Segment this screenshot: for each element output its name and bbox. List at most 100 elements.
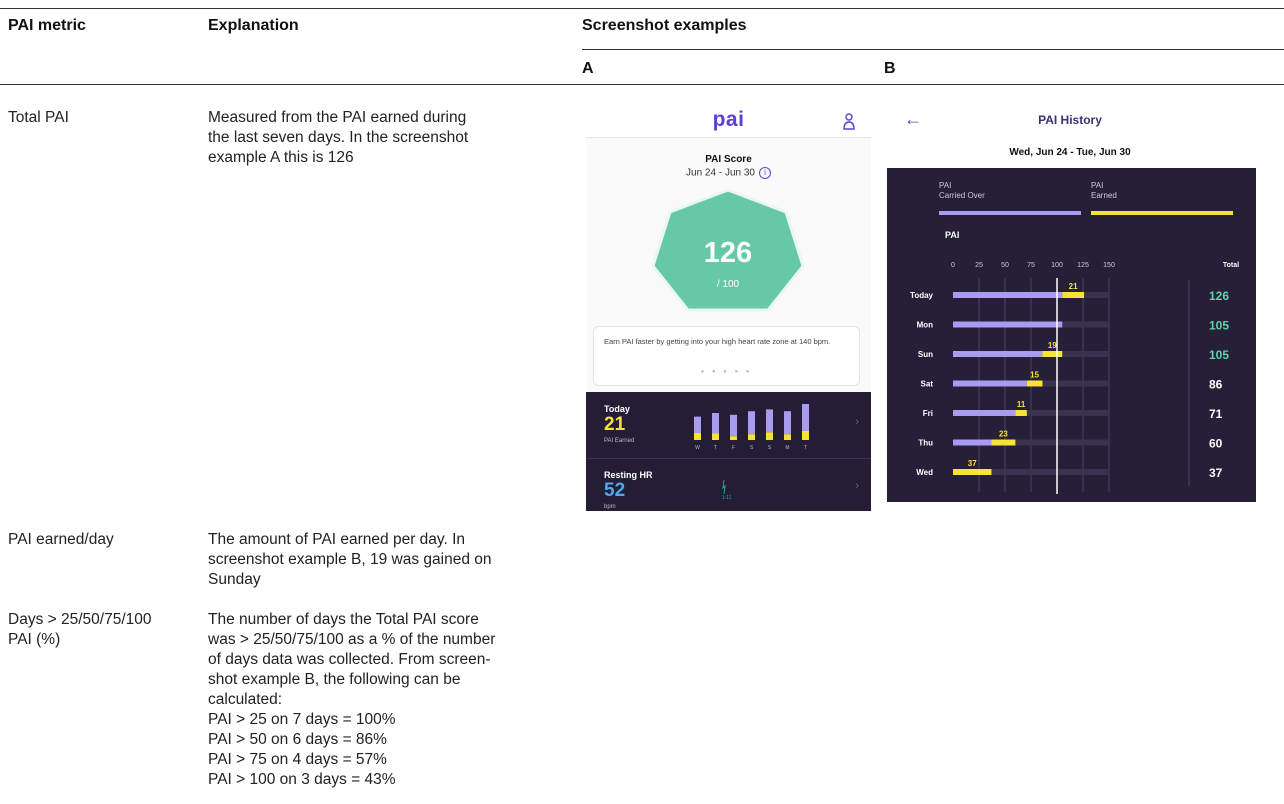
mini-day-label: T [714, 445, 717, 451]
mini-bar-earned [802, 431, 809, 440]
legend-line2: Earned [1091, 191, 1117, 200]
legend-swatch [939, 211, 1081, 215]
header-screenshot-b: B [884, 60, 896, 77]
weekly-mini-chart: WTFSSMT [694, 404, 809, 451]
bar-earned [1062, 292, 1085, 298]
x-tick-label: 150 [1103, 262, 1115, 269]
category-label: Fri [923, 409, 933, 418]
x-tick-label: 75 [1027, 262, 1035, 269]
total-value: 86 [1209, 378, 1223, 392]
screenshot-b: ← PAI History Wed, Jun 24 - Tue, Jun 30 … [884, 104, 1256, 502]
total-value: 71 [1209, 407, 1223, 421]
pai-history-title: PAI History [1038, 113, 1102, 127]
today-chevron-icon[interactable]: › [855, 416, 859, 428]
resting-hr-label: Resting HR [604, 470, 653, 480]
mini-bar-earned [730, 436, 737, 440]
earned-data-label: 21 [1069, 282, 1078, 291]
row-days-over-threshold-metric: Days > 25/50/75/100 PAI (%) [8, 611, 152, 648]
legend-line2: Carried Over [939, 191, 985, 200]
bar-earned [953, 469, 992, 475]
pai-score-title: PAI Score [705, 154, 752, 165]
earned-data-label: 37 [968, 459, 977, 468]
today-value: 21 [604, 414, 626, 435]
category-label: Sat [921, 380, 934, 389]
mini-bar-earned [712, 433, 719, 440]
category-label: Today [910, 291, 934, 300]
x-tick-label: 0 [951, 262, 955, 269]
earned-data-label: 23 [999, 430, 1008, 439]
header-screenshot-examples: Screenshot examples [582, 17, 747, 34]
legend-line1: PAI [1091, 181, 1103, 190]
row-days-over-threshold-explanation: The number of days the Total PAI score w… [208, 611, 496, 788]
user-icon[interactable] [843, 111, 855, 131]
legend-swatch [1091, 211, 1233, 215]
pai-history-chart: PAICarried OverPAIEarnedPAI0 25 50 75 100 125… [910, 181, 1239, 494]
bar-earned [1042, 351, 1063, 357]
x-tick-label: 125 [1077, 262, 1089, 269]
mini-bar-carried [712, 413, 719, 434]
earned-data-label: 15 [1030, 371, 1039, 380]
panel-divider [586, 458, 871, 459]
score-value: 126 [704, 237, 752, 269]
mini-bar-earned [784, 434, 791, 440]
x-tick-label: 25 [975, 262, 983, 269]
mini-bar-earned [766, 432, 773, 440]
mini-bar-earned [748, 434, 755, 440]
pai-score-range: Jun 24 - Jun 30 i [586, 167, 871, 179]
bar-earned [1015, 410, 1027, 416]
mini-day-label: M [785, 445, 789, 451]
total-value: 105 [1209, 348, 1229, 362]
total-value: 60 [1209, 437, 1223, 451]
mini-day-label: S [768, 445, 772, 451]
row-total-pai-metric: Total PAI [8, 109, 69, 126]
tip-card[interactable]: Earn PAI faster by getting into your hig… [593, 326, 860, 386]
mini-day-label: W [695, 445, 700, 451]
bar-carried-over [953, 439, 992, 446]
mini-bar-carried [802, 404, 809, 431]
bar-earned [991, 439, 1016, 446]
header-bottom-rule [0, 84, 1284, 85]
mini-day-label: T [804, 445, 807, 451]
tip-text: Earn PAI faster by getting into your hig… [604, 337, 831, 346]
row-total-pai-explanation: Measured from the PAI earned during the … [208, 109, 469, 166]
earned-data-label: 19 [1048, 341, 1057, 350]
pai-logo: pai [712, 108, 745, 131]
today-label: Today [604, 404, 630, 414]
app-top-bar: pai [586, 104, 871, 138]
category-label: Thu [918, 439, 933, 448]
header-screenshot-a: A [582, 60, 594, 77]
total-header: Total [1223, 262, 1239, 269]
today-subtitle: PAI Earned [604, 438, 635, 444]
resting-hr-unit: bpm [604, 504, 616, 510]
screenshot-a: pai PAI Score Jun 24 - Jun 30 i 126 / 100… [586, 104, 871, 511]
mini-bar-carried [748, 411, 755, 435]
bar-carried-over [953, 321, 1063, 328]
bar-carried-over [953, 351, 1043, 357]
hr-spark-icon [722, 480, 726, 494]
header-pai-metric: PAI metric [8, 17, 86, 34]
mini-day-label: S [750, 445, 754, 451]
legend-line1: PAI [939, 181, 951, 190]
bar-earned [1026, 380, 1043, 387]
dark-summary-panel: Today 21 PAI Earned W T F S S M T › Resting HR… [586, 392, 871, 511]
bar-carried-over [953, 292, 1063, 298]
carousel-dots: ● ● ● ● ● [700, 369, 753, 375]
chart-axis-label: PAI [945, 230, 959, 240]
x-tick-label: 50 [1001, 262, 1009, 269]
category-label: Mon [917, 321, 934, 330]
category-label: Sun [918, 350, 933, 359]
table-top-rule [0, 8, 1284, 9]
resting-hr-chevron-icon[interactable]: › [855, 480, 859, 492]
bar-carried-over [953, 380, 1027, 387]
resting-hr-time: 1:11 [722, 495, 732, 501]
score-range-text: Jun 24 - Jun 30 [686, 167, 755, 179]
total-value: 105 [1209, 319, 1229, 333]
mini-bar-carried [784, 411, 791, 435]
mini-bar-carried [766, 409, 773, 433]
row-pai-earned-day-metric: PAI earned/day [8, 531, 114, 548]
info-icon[interactable]: i [758, 167, 771, 179]
pai-score-badge: 126 / 100 [651, 188, 805, 312]
score-max: / 100 [717, 279, 740, 290]
mini-bar-carried [694, 416, 701, 433]
mini-bar-earned [694, 432, 701, 440]
